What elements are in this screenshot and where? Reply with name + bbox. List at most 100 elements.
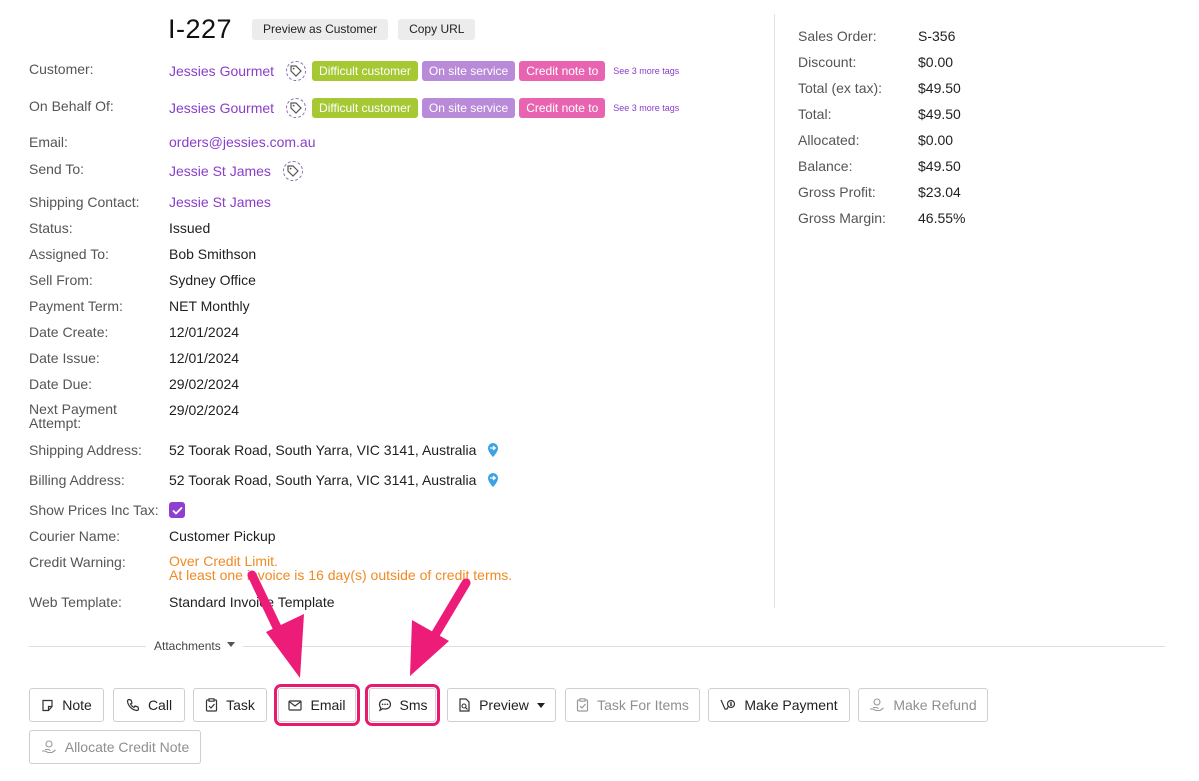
show-prices-label: Show Prices Inc Tax: [29,502,159,518]
field-credit-warning: Credit Warning: Over Credit Limit. At le… [29,554,512,582]
gross-margin-label: Gross Margin: [798,210,886,226]
billing-address-label: Billing Address: [29,472,125,488]
tag-difficult-customer[interactable]: Difficult customer [312,61,418,81]
shipping-address-label: Shipping Address: [29,442,142,458]
summary-gross-profit: Gross Profit: $23.04 [798,184,961,200]
attachments-toggle[interactable]: Attachments [146,639,243,653]
sms-button[interactable]: Sms [365,684,440,726]
date-issue-value: 12/01/2024 [169,350,240,366]
field-date-due: Date Due: 29/02/2024 [29,376,239,392]
summary-sales-order: Sales Order: S-356 [798,28,955,44]
task-button[interactable]: Task [193,688,267,722]
email-link[interactable]: orders@jessies.com.au [169,134,316,150]
customer-link[interactable]: Jessies Gourmet [169,63,274,79]
field-billing-address: Billing Address: 52 Toorak Road, South Y… [29,472,500,488]
sales-order-link[interactable]: S-356 [918,28,955,44]
date-due-label: Date Due: [29,376,93,392]
see-more-tags-link[interactable]: See 3 more tags [613,100,679,116]
copy-url-button[interactable]: Copy URL [398,19,476,40]
task-for-items-label: Task For Items [597,697,689,713]
credit-warning-label: Credit Warning: [29,554,126,570]
tag-difficult-customer[interactable]: Difficult customer [312,98,418,118]
field-date-create: Date Create: 12/01/2024 [29,324,239,340]
courier-name-value: Customer Pickup [169,528,276,544]
next-payment-label-line2: Attempt: [29,415,82,431]
balance-value: $49.50 [918,158,961,174]
column-divider [774,14,775,608]
sales-order-label: Sales Order: [798,28,877,44]
invoice-number: I-227 [168,14,233,44]
total-ex-tax-value: $49.50 [918,80,961,96]
field-web-template: Web Template: Standard Invoice Template [29,594,335,610]
status-label: Status: [29,220,73,236]
tag-credit-note[interactable]: Credit note to [519,98,606,118]
tag-on-site-service[interactable]: On site service [421,98,516,118]
on-behalf-of-label: On Behalf Of: [29,98,114,114]
web-template-label: Web Template: [29,594,122,610]
caret-down-icon [536,702,545,708]
field-sell-from: Sell From: Sydney Office [29,272,256,288]
total-ex-tax-label: Total (ex tax): [798,80,883,96]
make-payment-label: Make Payment [744,697,838,713]
clipboard-check-icon [205,698,218,712]
assigned-to-value: Bob Smithson [169,246,257,262]
see-more-tags-link[interactable]: See 3 more tags [613,63,679,79]
email-button[interactable]: Email [274,684,360,726]
email-label: Email: [29,134,68,150]
email-label: Email [310,697,346,713]
clipboard-check-icon [576,698,589,712]
field-status: Status: Issued [29,220,210,236]
call-button[interactable]: Call [113,688,185,722]
make-payment-button[interactable]: Make Payment [708,688,850,722]
preview-as-customer-button[interactable]: Preview as Customer [252,19,389,40]
field-send-to: Send To: Jessie St James [29,161,303,181]
next-payment-value: 29/02/2024 [169,402,240,418]
field-payment-term: Payment Term: NET Monthly [29,298,250,314]
summary-allocated: Allocated: $0.00 [798,132,953,148]
field-customer: Customer: Jessies Gourmet Difficult cust… [29,61,679,81]
summary-gross-margin: Gross Margin: 46.55% [798,210,965,226]
discount-label: Discount: [798,54,857,70]
make-refund-button[interactable]: Make Refund [858,688,988,722]
allocated-value: $0.00 [918,132,954,148]
show-prices-checkbox[interactable] [169,502,185,518]
preview-dropdown-button[interactable]: Preview [447,688,556,722]
task-label: Task [226,697,255,713]
on-behalf-of-link[interactable]: Jessies Gourmet [169,100,274,116]
arrow-to-sms-icon [410,578,471,676]
map-pin-icon[interactable] [486,442,500,458]
summary-total-ex-tax: Total (ex tax): $49.50 [798,80,961,96]
attachments-label: Attachments [154,639,221,653]
chat-bubble-icon [378,698,391,712]
credit-warning-line2: At least one invoice is 16 day(s) outsid… [169,567,513,583]
shipping-address-value: 52 Toorak Road, South Yarra, VIC 3141, A… [169,442,477,458]
courier-name-label: Courier Name: [29,528,121,544]
send-to-link[interactable]: Jessie St James [169,163,271,179]
allocate-credit-note-label: Allocate Credit Note [64,739,190,755]
allocate-credit-note-button[interactable]: Allocate Credit Note [29,730,201,764]
date-due-value: 29/02/2024 [169,376,240,392]
field-email: Email: orders@jessies.com.au [29,134,316,150]
call-label: Call [147,697,173,713]
tag-credit-note[interactable]: Credit note to [519,61,606,81]
tag-icon[interactable] [282,161,303,181]
tag-icon[interactable] [286,61,307,81]
document-search-icon [459,698,470,712]
gross-profit-label: Gross Profit: [798,184,876,200]
gross-profit-value: $23.04 [918,184,961,200]
field-assigned-to: Assigned To: Bob Smithson [29,246,256,262]
task-for-items-button[interactable]: Task For Items [565,688,700,722]
status-value: Issued [169,220,211,236]
map-pin-icon[interactable] [486,472,500,488]
discount-value: $0.00 [918,54,954,70]
note-label: Note [62,697,92,713]
payment-icon [720,699,736,710]
preview-label: Preview [479,697,529,713]
tag-on-site-service[interactable]: On site service [421,61,516,81]
tag-icon[interactable] [286,98,307,118]
date-issue-label: Date Issue: [29,350,100,366]
shipping-contact-link[interactable]: Jessie St James [169,194,271,210]
field-courier-name: Courier Name: Customer Pickup [29,528,276,544]
note-button[interactable]: Note [29,688,104,722]
header: I-227 Preview as Customer Copy URL [168,14,476,45]
